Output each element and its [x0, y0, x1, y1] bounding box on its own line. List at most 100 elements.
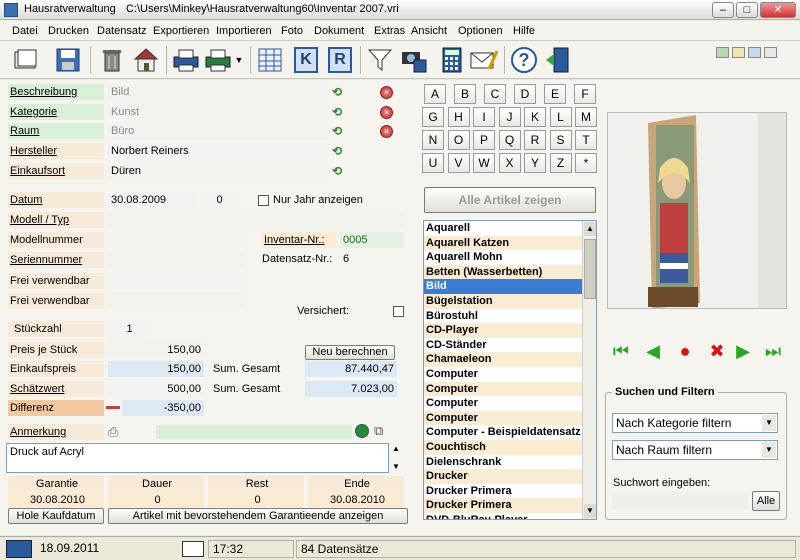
hole-kaufdatum-button[interactable]: Hole Kaufdatum [8, 508, 104, 524]
list-item[interactable]: Computer [424, 410, 596, 426]
maximize-button[interactable]: □ [736, 2, 758, 18]
trash-icon[interactable] [96, 44, 128, 76]
scroll-down-icon[interactable]: ▼ [392, 462, 400, 471]
field-einkaufsort[interactable]: Düren [108, 163, 328, 179]
field-kategorie[interactable]: Kunst [108, 104, 328, 120]
field-raum[interactable]: Büro [108, 123, 328, 139]
raum-filter-select[interactable]: Nach Raum filtern ▼ [612, 440, 778, 460]
field-modell[interactable] [108, 212, 404, 228]
article-list-scrollbar[interactable]: ▲ ▼ [582, 221, 596, 519]
menu-exportieren[interactable]: Exportieren [153, 25, 209, 37]
letter-button-r[interactable]: R [524, 130, 546, 150]
list-item[interactable]: Bild [424, 279, 596, 294]
menu-drucken[interactable]: Drucken [48, 25, 89, 37]
table-icon[interactable] [254, 44, 286, 76]
menu-extras[interactable]: Extras [374, 25, 405, 37]
anmerkung-textarea[interactable]: Druck auf Acryl [6, 443, 389, 473]
letter-button-all[interactable]: * [575, 153, 597, 173]
letter-button-m[interactable]: M [575, 107, 597, 127]
save-disk-icon[interactable] [52, 44, 84, 76]
minimize-button[interactable]: – [712, 2, 734, 18]
list-item[interactable]: Aquarell Mohn [424, 250, 596, 265]
clear-icon[interactable]: × [380, 106, 393, 119]
field-modellnummer[interactable] [108, 232, 244, 248]
menu-hilfe[interactable]: Hilfe [513, 25, 535, 37]
globe-icon[interactable] [355, 424, 369, 438]
menu-importieren[interactable]: Importieren [216, 25, 272, 37]
clear-icon[interactable]: × [380, 86, 393, 99]
dropdown-arrow-icon[interactable]: ▼ [232, 44, 246, 76]
color-theme-blue[interactable] [748, 47, 761, 58]
article-list[interactable]: Aquarell Aquarell Katzen Aquarell Mohn Bett… [423, 220, 597, 520]
letter-button-u[interactable]: U [422, 153, 444, 173]
delete-record-icon[interactable]: ✖ [706, 340, 728, 362]
open-book-icon[interactable] [10, 44, 42, 76]
camera-save-icon[interactable] [398, 44, 430, 76]
refresh-icon[interactable]: ⟲ [332, 125, 344, 137]
letter-button-z[interactable]: Z [549, 153, 572, 173]
field-schaetzwert[interactable]: 500,00 [108, 381, 204, 397]
list-item[interactable]: Bügelstation [424, 293, 596, 309]
letter-button-p[interactable]: P [473, 130, 495, 150]
letter-button-x[interactable]: X [498, 153, 521, 173]
field-frei2[interactable] [108, 293, 244, 309]
house-icon[interactable] [130, 44, 162, 76]
letter-button-l[interactable]: L [549, 107, 572, 127]
menu-datensatz[interactable]: Datensatz [97, 25, 147, 37]
letter-button-s[interactable]: S [549, 130, 572, 150]
field-dauer[interactable]: 0 [108, 492, 204, 508]
field-inventar-nr[interactable]: 0005 [340, 232, 404, 248]
refresh-icon[interactable]: ⟲ [332, 145, 344, 157]
calculator-icon[interactable] [436, 44, 468, 76]
list-item[interactable]: Dielenschrank [424, 455, 596, 470]
letter-button-y[interactable]: Y [524, 153, 546, 173]
chevron-down-icon[interactable]: ▼ [762, 442, 776, 458]
printer-preview-icon[interactable] [202, 44, 234, 76]
letter-button-w[interactable]: W [473, 153, 495, 173]
alle-button[interactable]: Alle [752, 491, 780, 511]
k-icon[interactable]: K [290, 44, 322, 76]
color-theme-yellow[interactable] [732, 47, 745, 58]
neu-berechnen-button[interactable]: Neu berechnen [305, 345, 395, 360]
list-item[interactable]: Drucker Primera [424, 484, 596, 499]
menu-dokument[interactable]: Dokument [314, 25, 364, 37]
scroll-thumb[interactable] [584, 239, 596, 299]
garantieende-button[interactable]: Artikel mit bevorstehendem Garantieende … [108, 508, 408, 524]
field-preis[interactable]: 150,00 [108, 342, 204, 358]
menu-ansicht[interactable]: Ansicht [411, 25, 447, 37]
list-item[interactable]: Betten (Wasserbetten) [424, 264, 596, 280]
menu-foto[interactable]: Foto [281, 25, 303, 37]
field-garantie[interactable]: 30.08.2010 [8, 492, 104, 508]
field-stueckzahl[interactable]: 1 [108, 321, 148, 337]
list-item[interactable]: Computer [424, 381, 596, 397]
field-seriennummer[interactable] [108, 252, 244, 268]
refresh-icon[interactable]: ⟲ [332, 165, 344, 177]
letter-button-n[interactable]: N [422, 130, 444, 150]
list-item[interactable]: Drucker [424, 469, 596, 484]
letter-button-e[interactable]: E [544, 84, 566, 104]
letter-button-v[interactable]: V [447, 153, 470, 173]
last-record-icon[interactable]: ⏭ [762, 340, 784, 362]
list-item[interactable]: Computer [424, 367, 596, 382]
list-item[interactable]: CD-Player [424, 323, 596, 338]
field-beschreibung[interactable]: Bild [108, 84, 328, 100]
field-datum-extra[interactable]: 0 [200, 192, 236, 208]
list-item[interactable]: Couchtisch [424, 439, 596, 455]
letter-button-j[interactable]: J [498, 107, 521, 127]
first-record-icon[interactable]: ⏮ [610, 340, 632, 362]
print-icon[interactable]: ⎙ [108, 424, 118, 440]
prev-record-icon[interactable]: ◀ [642, 340, 664, 362]
list-item[interactable]: Drucker Primera [424, 498, 596, 513]
refresh-icon[interactable]: ⟲ [332, 106, 344, 118]
printer-icon[interactable] [170, 44, 202, 76]
letter-button-k[interactable]: K [524, 107, 546, 127]
letter-button-a[interactable]: A [424, 84, 446, 104]
list-item[interactable]: Computer - Beispieldatensatz [424, 425, 596, 440]
exit-door-icon[interactable] [542, 44, 574, 76]
menu-optionen[interactable]: Optionen [458, 25, 503, 37]
email-icon[interactable] [468, 44, 500, 76]
color-theme-grey[interactable] [764, 47, 777, 58]
versichert-checkbox[interactable] [393, 306, 404, 317]
field-datum[interactable]: 30.08.2009 [108, 192, 194, 208]
letter-button-i[interactable]: I [473, 107, 495, 127]
